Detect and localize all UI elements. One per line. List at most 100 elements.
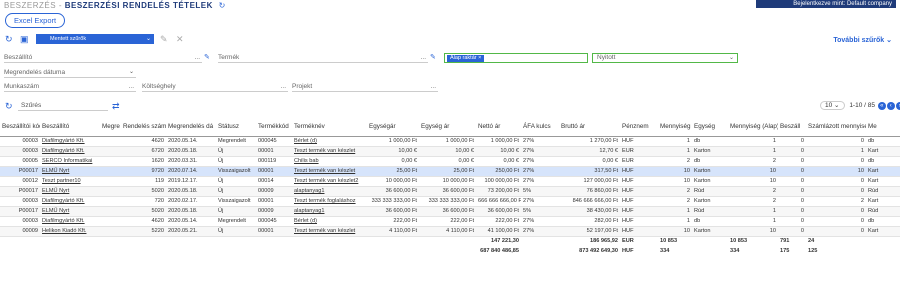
table-cell: EUR — [620, 156, 658, 167]
table-cell — [100, 226, 121, 237]
worksheet-field[interactable]: Munkaszám... — [4, 82, 136, 92]
supplier-edit-icon[interactable]: ✎ — [204, 53, 210, 63]
table-cell[interactable]: Teszt termék van készlet2 — [292, 176, 367, 187]
table-cell[interactable]: Teszt termék foglaláshoz — [292, 196, 367, 207]
column-header[interactable]: Mennyiség (Alap) — [728, 117, 778, 137]
product-field[interactable]: Termék... — [218, 53, 428, 63]
product-lookup-icon[interactable]: ... — [421, 53, 426, 62]
column-header[interactable]: ÁFA kulcs — [521, 117, 559, 137]
product-edit-icon[interactable]: ✎ — [430, 53, 436, 63]
table-cell[interactable]: Helikon Kiadó Kft. — [40, 226, 100, 237]
next-page-icon[interactable]: › — [895, 102, 900, 110]
more-filters-button[interactable]: További szűrők ⌄ — [833, 36, 892, 44]
table-cell: HUF — [620, 136, 658, 147]
table-cell: 0 — [778, 186, 806, 197]
column-header[interactable]: Pénznem — [620, 117, 658, 137]
table-row[interactable]: 00003 Diafilmgyártó Kft. 4620 2020.05.14. Me… — [0, 136, 900, 147]
table-cell: 12,70 € — [559, 146, 620, 157]
totals-cell — [100, 235, 121, 246]
page-size-select[interactable]: 10 ⌄ — [820, 101, 845, 110]
table-cell: 0 — [778, 206, 806, 217]
worksheet-lookup-icon[interactable]: ... — [129, 82, 134, 91]
refresh-list-icon[interactable]: ↻ — [5, 101, 13, 111]
table-row[interactable]: P00017 ELMŰ Nyrt 5020 2020.05.18. Új 00009 ala… — [0, 206, 900, 217]
supplier-field[interactable]: Beszállító... — [4, 53, 202, 63]
table-cell[interactable]: Chilis bab — [292, 156, 367, 167]
order-date-select[interactable]: Megrendelés dátuma ⌄ — [4, 68, 136, 78]
column-header[interactable]: Beszállítói kód — [0, 117, 40, 137]
saved-filters-dropdown[interactable]: Mentett szűrők ⌄ — [36, 34, 154, 44]
table-row[interactable]: P00017 ELMŰ Nyrt 5020 2020.05.18. Új 00009 ala… — [0, 186, 900, 197]
project-field[interactable]: Projekt... — [292, 82, 438, 92]
costcenter-field[interactable]: Költséghely... — [142, 82, 288, 92]
column-header[interactable]: Terméknév — [292, 117, 367, 137]
table-cell: 36 600,00 Ft — [419, 186, 476, 197]
table-cell[interactable]: Teszt termék van készlet — [292, 166, 367, 177]
table-cell: Visszaigazolt — [216, 166, 256, 177]
totals-cell — [292, 246, 367, 256]
costcenter-lookup-icon[interactable]: ... — [281, 82, 286, 91]
close-icon[interactable]: ✕ — [176, 34, 184, 44]
edit-icon[interactable]: ✎ — [160, 34, 168, 44]
table-cell[interactable]: Bérlet (d) — [292, 136, 367, 147]
table-cell[interactable]: Diafilmgyártó Kft. — [40, 136, 100, 147]
table-cell: 127 000,00 Ft — [559, 176, 620, 187]
table-cell[interactable]: alaptanyag1 — [292, 186, 367, 197]
table-row[interactable]: P00017 ELMŰ Nyrt 9720 2020.07.14. Visszaigaz… — [0, 166, 900, 177]
project-lookup-icon[interactable]: ... — [431, 82, 436, 91]
column-header[interactable]: Termékkód — [256, 117, 292, 137]
search-input[interactable]: Szűrés — [18, 101, 108, 111]
breadcrumb-parent[interactable]: BESZERZÉS — [4, 1, 56, 10]
table-cell[interactable]: Teszt partner10 — [40, 176, 100, 187]
table-row[interactable]: 00005 SERCO Informatikai 1620 2020.03.31. Új… — [0, 156, 900, 167]
table-row[interactable]: 00003 Diafilmgyártó Kft. 6720 2020.05.18. Új… — [0, 146, 900, 157]
column-header[interactable]: Státusz — [216, 117, 256, 137]
table-row[interactable]: 00003 Diafilmgyártó Kft. 720 2020.02.17. Vis… — [0, 196, 900, 207]
table-cell[interactable]: Diafilmgyártó Kft. — [40, 216, 100, 227]
remove-tag-icon[interactable]: × — [478, 55, 481, 61]
table-cell[interactable]: Diafilmgyártó Kft. — [40, 146, 100, 157]
status-select[interactable]: Nyitott ⌄ — [592, 53, 738, 63]
table-cell: Karton — [692, 226, 728, 237]
prev-page-icon[interactable]: ‹ — [886, 102, 895, 110]
table-cell[interactable]: Diafilmgyártó Kft. — [40, 196, 100, 207]
warehouse-field[interactable]: Alap raktár × — [444, 53, 588, 63]
table-cell[interactable]: Teszt termék van készlet — [292, 226, 367, 237]
table-cell[interactable]: Teszt termék van készlet — [292, 146, 367, 157]
table-row[interactable]: 00012 Teszt partner10 119 2019.12.17. Új 0001… — [0, 176, 900, 187]
table-cell: db — [866, 156, 900, 167]
table-cell — [100, 136, 121, 147]
column-header[interactable]: Egységár — [367, 117, 419, 137]
column-header[interactable]: Számlázott mennyiség — [806, 117, 866, 137]
table-cell[interactable]: ELMŰ Nyrt — [40, 186, 100, 197]
table-cell[interactable]: SERCO Informatikai — [40, 156, 100, 167]
refresh-icon[interactable]: ↻ — [219, 1, 226, 10]
table-row[interactable]: 00009 Helikon Kiadó Kft. 5220 2020.05.21. Új… — [0, 226, 900, 237]
column-header[interactable]: Nettó ár — [476, 117, 521, 137]
table-cell: db — [866, 216, 900, 227]
column-header[interactable]: Megrendelés dá — [166, 117, 216, 137]
column-header[interactable]: Egység ár — [419, 117, 476, 137]
column-header[interactable]: Bruttó ár — [559, 117, 620, 137]
column-header[interactable]: Me — [866, 117, 900, 137]
supplier-lookup-icon[interactable]: ... — [195, 53, 200, 62]
transfer-icon[interactable]: ⇄ — [112, 101, 120, 111]
reset-filter-icon[interactable]: ↻ — [5, 34, 13, 44]
first-page-icon[interactable]: « — [877, 102, 886, 110]
column-header[interactable]: Beszállító — [40, 117, 100, 137]
table-cell: 1 — [728, 146, 778, 157]
column-header[interactable]: Megre — [100, 117, 121, 137]
excel-export-button[interactable]: Excel Export — [5, 13, 66, 28]
table-cell: 0 — [778, 166, 806, 177]
table-cell[interactable]: ELMŰ Nyrt — [40, 206, 100, 217]
column-header[interactable]: Beszáll — [778, 117, 806, 137]
table-cell[interactable]: ELMŰ Nyrt — [40, 166, 100, 177]
totals-row: 687 840 486,85 873 492 649,30 HUF 334 334 175… — [0, 246, 900, 256]
table-cell[interactable]: alaptanyag1 — [292, 206, 367, 217]
column-header[interactable]: Mennyiség — [658, 117, 692, 137]
table-row[interactable]: 00003 Diafilmgyártó Kft. 4620 2020.05.14. Me… — [0, 216, 900, 227]
column-header[interactable]: Rendelés száma — [121, 117, 166, 137]
column-header[interactable]: Egység — [692, 117, 728, 137]
save-filter-icon[interactable]: ▣ — [20, 34, 29, 44]
table-cell[interactable]: Bérlet (d) — [292, 216, 367, 227]
